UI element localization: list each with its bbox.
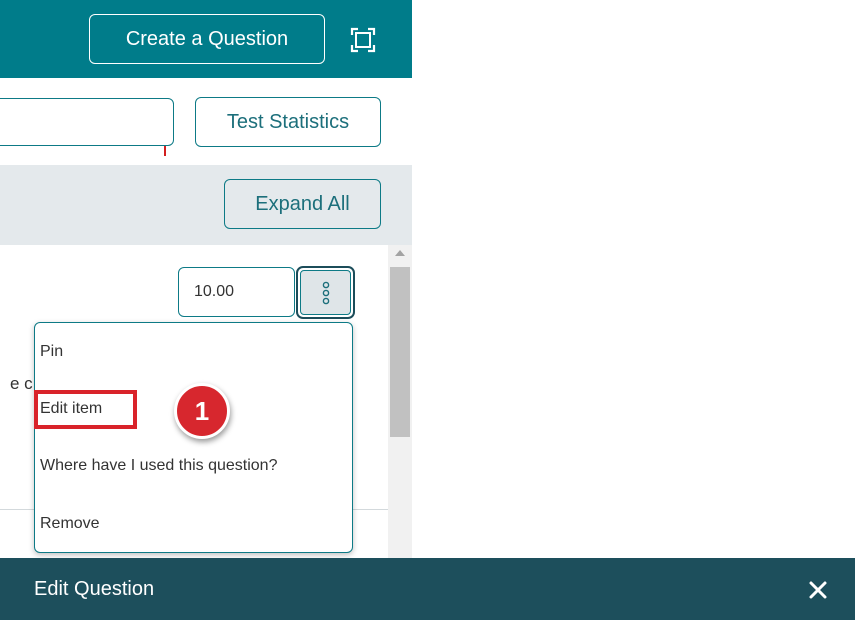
controls-band: Expand All	[0, 165, 412, 245]
edit-question-bar: Edit Question	[0, 558, 855, 620]
points-input[interactable]: 10.00	[178, 267, 295, 317]
scrollbar[interactable]	[388, 245, 412, 558]
create-question-button[interactable]: Create a Question	[89, 14, 325, 64]
search-input[interactable]	[0, 98, 174, 146]
expand-all-button[interactable]: Expand All	[224, 179, 381, 229]
menu-item-label: Remove	[40, 515, 100, 532]
top-header: Create a Question	[0, 0, 412, 78]
kebab-icon	[322, 281, 329, 304]
more-options-button[interactable]	[296, 266, 355, 319]
toolbar-row: Test Statistics	[0, 78, 412, 165]
input-cursor-mark	[164, 146, 166, 156]
close-icon[interactable]	[807, 579, 829, 601]
menu-item-label: Pin	[40, 343, 64, 360]
scroll-up-arrow-icon[interactable]	[395, 250, 405, 256]
page: Create a Question Test Statistics Expand…	[0, 0, 855, 620]
menu-item-label: Where have I used this question?	[40, 457, 278, 474]
edit-question-title: Edit Question	[34, 577, 155, 600]
test-statistics-button[interactable]: Test Statistics	[195, 97, 381, 147]
fullscreen-icon[interactable]	[350, 27, 376, 53]
scroll-thumb[interactable]	[390, 267, 410, 437]
edit-item-highlight-box	[34, 390, 137, 429]
more-options-button-inner	[300, 270, 351, 315]
step-number-badge: 1	[174, 383, 230, 439]
question-text-fragment: e c	[10, 374, 33, 393]
